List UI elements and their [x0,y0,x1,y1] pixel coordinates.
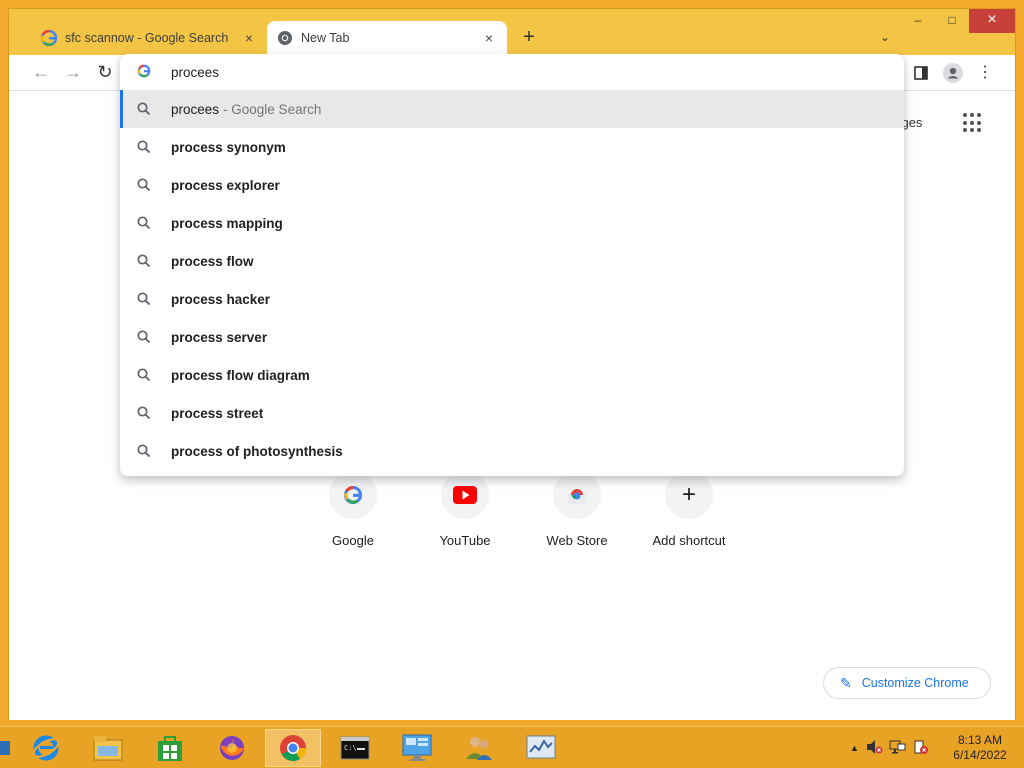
chrome-taskbar-icon[interactable] [265,729,321,767]
plus-icon: + [665,471,713,519]
suggestion-list: procees - Google Search process synonym p… [120,90,904,470]
tab-title: New Tab [301,31,350,45]
window-controls: – □ × [901,9,1015,35]
minimize-button[interactable]: – [901,9,935,33]
suggestion-item[interactable]: process explorer [120,166,904,204]
chrome-icon [278,31,292,45]
pencil-icon: ✎ [840,674,852,691]
system-tray: ▲ [850,727,929,768]
suggestion-text: process flow diagram [171,367,310,383]
sidepanel-icon[interactable] [909,61,933,85]
shortcut-web-store[interactable]: Web Store [537,471,617,548]
start-button-edge[interactable] [0,741,10,755]
search-icon [137,368,151,382]
reload-button[interactable]: ↻ [93,61,117,85]
svg-text:C:\: C:\ [344,744,357,752]
suggestion-item[interactable]: process server [120,318,904,356]
windows-taskbar: C:\ ▲ 8:13 AM 6/14/2022 [0,726,1024,768]
clock-date: 6/14/2022 [953,748,1007,762]
customize-label: Customize Chrome [861,676,969,690]
suggestion-text: process flow [171,253,254,269]
suggestion-item[interactable]: process of photosynthesis [120,432,904,470]
omnibox-input[interactable] [171,64,771,80]
shortcuts-row: Google YouTube Web Store + Add shortcut [313,471,729,548]
file-explorer-icon[interactable] [80,729,136,767]
search-icon [137,216,151,230]
maximize-button[interactable]: □ [935,9,969,33]
google-apps-icon[interactable] [963,113,983,133]
suggestion-item[interactable]: process hacker [120,280,904,318]
shortcut-label: Google [332,533,374,548]
omnibox-dropdown: procees - Google Search process synonym p… [120,54,904,476]
title-bar: sfc scannow - Google Search × New Tab × … [9,9,1015,55]
tab-new-tab[interactable]: New Tab × [267,21,507,55]
suggestion-text: process of photosynthesis [171,443,343,459]
new-tab-button[interactable]: + [517,26,541,50]
shortcut-label: Add shortcut [652,533,726,548]
suggestion-item[interactable]: process flow [120,242,904,280]
menu-button[interactable]: ⋮ [973,61,997,85]
tab-title: sfc scannow - Google Search [65,31,229,45]
speaker-muted-icon[interactable] [865,739,883,758]
youtube-icon [441,471,489,519]
tab-close-icon[interactable]: × [481,30,497,46]
suggestion-text: process street [171,405,264,421]
suggestion-item[interactable]: process synonym [120,128,904,166]
customize-chrome-button[interactable]: ✎ Customize Chrome [823,667,991,699]
suggestion-item[interactable]: process mapping [120,204,904,242]
ie-icon[interactable] [18,729,74,767]
tray-overflow-icon[interactable]: ▲ [850,743,859,753]
suggestion-query: procees [171,101,220,117]
search-icon [137,292,151,306]
suggestion-suffix: - Google Search [223,101,322,117]
users-icon[interactable] [451,729,507,767]
google-g-icon [41,30,57,46]
tab-sfc-scannow[interactable]: sfc scannow - Google Search × [31,21,267,55]
google-g-icon [136,64,152,81]
clock-time: 8:13 AM [957,733,1003,747]
search-icon [137,140,151,154]
shortcut-label: YouTube [439,533,491,548]
suggestion-item[interactable]: process street [120,394,904,432]
suggestion-text: process mapping [171,215,283,231]
chrome-webstore-icon [553,471,601,519]
taskbar-clock[interactable]: 8:13 AM 6/14/2022 [940,733,1020,763]
profile-icon[interactable] [941,61,965,85]
forward-button[interactable]: → [61,61,85,85]
search-icon [137,406,151,420]
close-window-button[interactable]: × [969,9,1015,33]
perfmon-icon[interactable] [513,729,569,767]
suggestion-search-query[interactable]: procees - Google Search [120,90,904,128]
firefox-icon[interactable] [204,729,260,767]
search-icon [137,444,151,458]
store-icon[interactable] [142,729,198,767]
omnibox-input-row [120,54,904,90]
action-center-icon[interactable] [913,739,929,758]
shortcut-youtube[interactable]: YouTube [425,471,505,548]
shortcut-google[interactable]: Google [313,471,393,548]
search-icon [137,330,151,344]
google-g-icon [329,471,377,519]
back-button[interactable]: ← [29,61,53,85]
search-icon [137,102,151,116]
control-panel-icon[interactable] [389,729,445,767]
shortcut-label: Web Store [546,533,608,548]
suggestion-text: process hacker [171,291,271,307]
tab-search-button[interactable]: ⌄ [875,27,895,47]
suggestion-text: process explorer [171,177,280,193]
suggestion-item[interactable]: process flow diagram [120,356,904,394]
tab-close-icon[interactable]: × [241,30,257,46]
network-icon[interactable] [889,739,907,758]
shortcut-add[interactable]: + Add shortcut [649,471,729,548]
search-icon [137,178,151,192]
suggestion-text: process server [171,329,268,345]
search-icon [137,254,151,268]
suggestion-text: process synonym [171,139,286,155]
cmd-icon[interactable]: C:\ [327,729,383,767]
